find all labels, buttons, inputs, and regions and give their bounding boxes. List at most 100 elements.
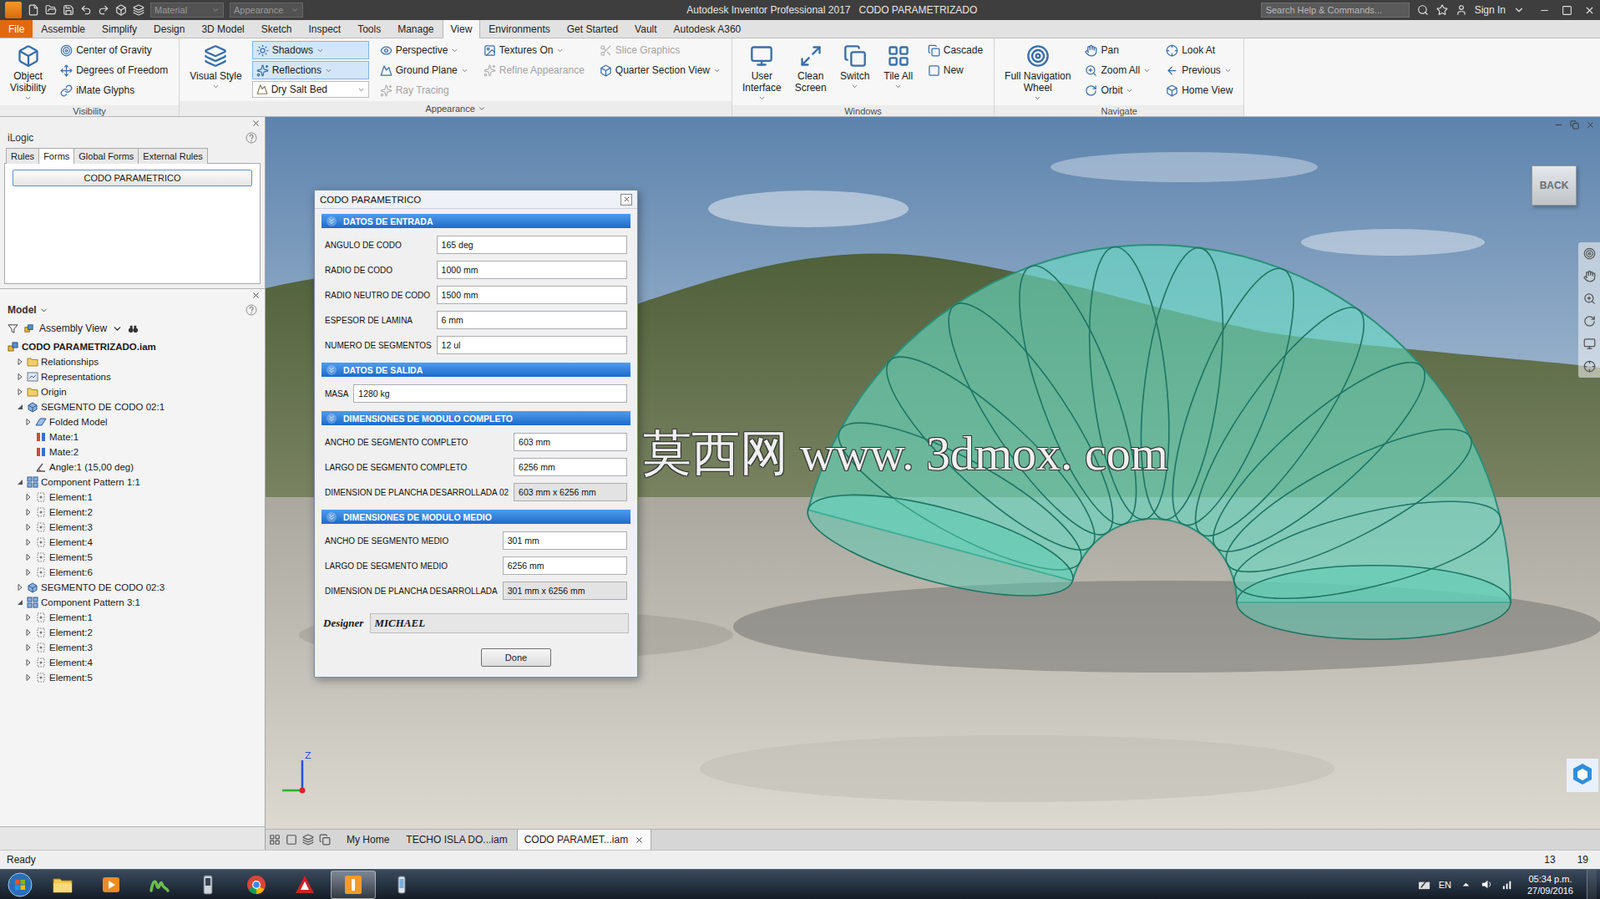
tree-item[interactable]: Relationships [4,354,261,370]
arrange-icon[interactable] [318,833,331,846]
form-button[interactable]: CODO PARAMETRICO [12,169,253,187]
tree-item[interactable]: Element:6 [4,564,261,580]
large-button[interactable]: ObjectVisibility [6,40,50,104]
field-input[interactable]: 301 mm [502,531,628,550]
tree-item[interactable]: Element:5 [4,549,261,565]
appearance-combo[interactable]: Dry Salt Bed [252,81,370,98]
expand-icon[interactable] [24,627,33,637]
ribbon-tab[interactable]: Inspect [299,20,350,38]
quick-access-button[interactable] [97,4,110,16]
search-field[interactable]: Search Help & Commands... [1260,2,1410,18]
ribbon-tab[interactable]: File [0,20,33,38]
expand-icon[interactable] [24,507,33,517]
tree-item[interactable]: CODO PARAMETRIZADO.iam [4,339,261,355]
section-header[interactable]: DATOS DE SALIDA [321,362,631,377]
taskbar-app[interactable] [136,870,183,899]
document-tab[interactable]: My Home [339,829,397,850]
small-button[interactable]: Pan [1080,40,1155,60]
tray-arrow-icon[interactable] [1459,877,1473,891]
small-button[interactable]: Perspective [375,40,473,60]
close-icon[interactable] [1585,120,1595,130]
view-cube[interactable]: BACK [1531,165,1577,206]
expand-icon[interactable] [24,552,33,562]
tree-item[interactable]: Mate:1 [4,429,261,445]
field-input[interactable]: 6 mm [436,310,628,330]
taskbar-app[interactable] [185,870,231,899]
ribbon-tab[interactable]: Assemble [32,20,94,38]
document-tab[interactable]: TECHO ISLA DO...iam [398,829,515,850]
navigation-cube-icon[interactable] [1566,758,1599,792]
document-tab[interactable]: CODO PARAMET...iam [516,829,652,850]
expand-icon[interactable] [15,582,25,592]
expand-icon[interactable] [24,673,33,682]
show-desktop-button[interactable] [1586,869,1597,899]
start-button[interactable] [3,870,37,898]
center-icon[interactable] [1583,359,1596,373]
taskbar-app[interactable] [88,870,134,899]
ribbon-tab[interactable]: View [442,20,482,39]
close-panel-icon[interactable] [251,118,261,128]
tree-item[interactable]: Element:3 [4,639,261,655]
tree-item[interactable]: Mate:2 [4,444,261,460]
tree-item[interactable]: Element:1 [4,489,261,505]
expand-icon[interactable] [24,658,33,667]
minimize-icon[interactable] [1554,120,1564,130]
tree-item[interactable]: Representations [4,369,261,385]
field-input[interactable]: 6256 mm [513,457,628,476]
language-indicator[interactable]: EN [1438,879,1452,890]
small-button[interactable]: New [923,60,988,80]
close-icon[interactable] [1584,5,1595,16]
ribbon-tab[interactable]: Tools [349,20,390,38]
small-button[interactable]: Reflections [252,60,370,80]
small-button[interactable]: Cascade [923,40,988,60]
tree-item[interactable]: Origin [4,384,261,400]
collapse-icon[interactable] [15,597,25,607]
quick-access-button[interactable] [27,4,40,16]
dropdown-icon[interactable] [111,323,123,335]
expand-icon[interactable] [24,492,33,502]
field-input[interactable]: 6256 mm [502,556,628,575]
pen-tablet-icon[interactable] [1417,877,1431,891]
volume-icon[interactable] [1480,877,1494,891]
restore-icon[interactable] [1569,120,1580,130]
large-button[interactable]: Switch [836,40,874,104]
field-input[interactable]: 603 mm [513,432,628,451]
tree-item[interactable]: Element:5 [4,669,261,685]
taskbar-app[interactable] [330,870,376,899]
tree-item[interactable]: Element:2 [4,624,261,640]
taskbar-app[interactable] [233,870,279,899]
filter-icon[interactable] [7,323,19,335]
section-header[interactable]: DIMENSIONES DE MODULO MEDIO [321,509,631,524]
expand-icon[interactable] [24,417,33,426]
section-header[interactable]: DATOS DE ENTRADA [321,213,631,228]
tree-item[interactable]: Folded Model [4,414,261,430]
ilogic-tab[interactable]: Global Forms [73,147,139,164]
ribbon-tab[interactable]: Sketch [253,20,301,38]
tree-item[interactable]: Angle:1 (15,00 deg) [4,459,261,475]
small-button[interactable]: Shadows [252,40,370,60]
ribbon-tab[interactable]: Environments [480,20,558,38]
tree-item[interactable]: Element:1 [4,609,261,625]
small-button[interactable]: Zoom All [1080,60,1155,80]
favorites-icon[interactable] [1436,4,1449,16]
clock[interactable]: 05:34 p.m.27/09/2016 [1522,872,1579,897]
small-button[interactable]: Ground Plane [375,60,473,80]
help-icon[interactable] [245,303,258,316]
small-button[interactable]: Look At [1161,40,1237,60]
quick-access-button[interactable] [132,4,145,16]
close-panel-icon[interactable] [251,290,261,300]
ilogic-tab[interactable]: Rules [5,147,40,164]
collapse-icon[interactable] [15,402,25,411]
tree-item[interactable]: Component Pattern 3:1 [4,594,261,610]
small-button[interactable]: Orbit [1080,81,1155,100]
expand-icon[interactable] [24,643,33,652]
help-icon[interactable] [245,131,258,144]
field-input[interactable]: 1000 mm [436,260,628,279]
expand-icon[interactable] [24,522,33,532]
expand-icon[interactable] [15,387,25,396]
search-icon[interactable] [1417,4,1429,16]
tree-item[interactable]: Component Pattern 1:1 [4,474,261,490]
view-selector[interactable]: Assembly View [39,322,107,335]
cascade-icon[interactable] [302,833,314,846]
field-input[interactable]: 1280 kg [353,384,628,403]
